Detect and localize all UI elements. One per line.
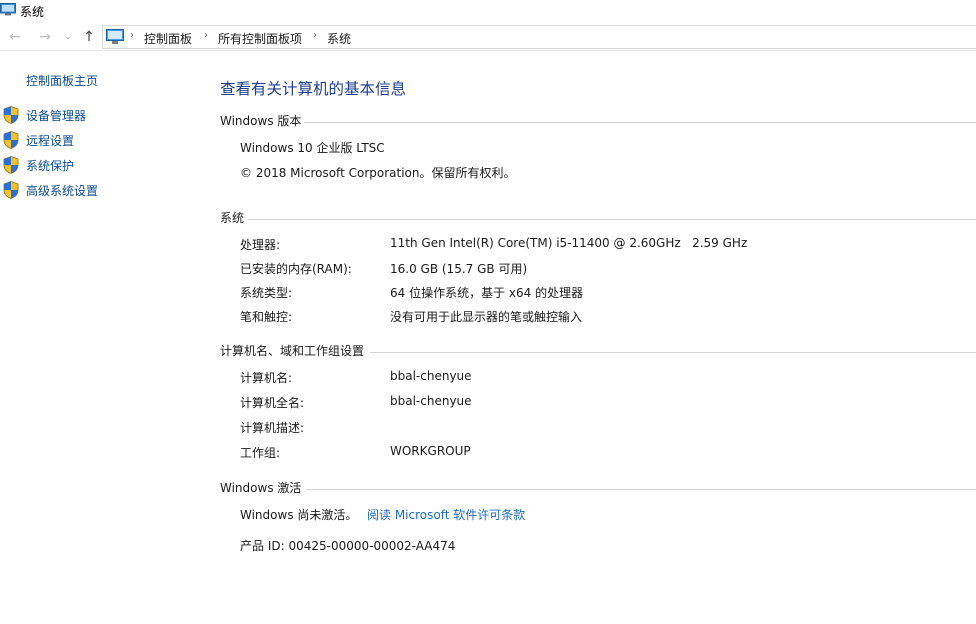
uac-shield-icon [3,131,19,149]
computer-description-label: 计算机描述: [240,421,305,435]
sidebar-item-label: 设备管理器 [26,109,87,123]
breadcrumb-all-items[interactable]: 所有控制面板项 [218,30,302,47]
edition-name: Windows 10 企业版 LTSC [240,141,385,155]
section-heading-computer-name: 计算机名、域和工作组设置 [220,344,365,358]
up-arrow-icon[interactable]: ↑ [80,28,98,46]
sidebar-item-label: 高级系统设置 [26,184,99,198]
breadcrumb-separator-icon[interactable]: › [130,30,134,41]
copyright-text: © 2018 Microsoft Corporation。保留所有权利。 [240,166,516,180]
section-heading-system: 系统 [220,211,245,225]
sidebar-item-label: 远程设置 [26,134,75,148]
full-computer-name-value: bbal-chenyue [390,394,472,408]
computer-name-value: bbal-chenyue [390,369,472,383]
system-type-value: 64 位操作系统，基于 x64 的处理器 [390,286,584,300]
computer-icon [0,3,16,16]
ram-value: 16.0 GB (15.7 GB 可用) [390,262,528,276]
sidebar-home-link[interactable]: 控制面板主页 [26,72,98,89]
pen-touch-label: 笔和触控: [240,310,293,324]
control-panel-icon [106,29,124,44]
section-divider [304,122,976,123]
section-divider [370,352,976,353]
page-title: 查看有关计算机的基本信息 [220,80,407,98]
address-bar[interactable]: › 控制面板 › 所有控制面板项 › 系统 [102,25,976,49]
uac-shield-icon [3,181,19,199]
ram-label: 已安装的内存(RAM): [240,262,352,276]
sidebar-item-label: 系统保护 [26,159,75,173]
full-computer-name-label: 计算机全名: [240,396,305,410]
title-bar: 系统 [0,0,976,22]
breadcrumb-control-panel[interactable]: 控制面板 [144,30,192,47]
uac-shield-icon [3,106,19,124]
activation-status: Windows 尚未激活。 [240,508,358,522]
processor-label: 处理器: [240,238,281,252]
license-terms-link[interactable]: 阅读 Microsoft 软件许可条款 [367,506,525,523]
uac-shield-icon [3,156,19,174]
section-divider [248,219,976,220]
section-divider [306,489,976,490]
forward-arrow-icon[interactable]: → [36,28,54,46]
section-heading-activation: Windows 激活 [220,481,302,495]
recent-locations-chevron-icon[interactable]: ⌄ [62,28,74,46]
processor-value: 11th Gen Intel(R) Core(TM) i5-11400 @ 2.… [390,236,748,250]
breadcrumb-system[interactable]: 系统 [327,30,351,47]
section-heading-edition: Windows 版本 [220,114,302,128]
window-title: 系统 [20,5,45,19]
navigation-bar: ← → ⌄ ↑ › 控制面板 › 所有控制面板项 › 系统 [0,24,976,51]
pen-touch-value: 没有可用于此显示器的笔或触控输入 [390,310,583,324]
back-arrow-icon[interactable]: ← [6,28,24,46]
system-type-label: 系统类型: [240,286,293,300]
breadcrumb-separator-icon[interactable]: › [313,30,317,41]
computer-name-label: 计算机名: [240,371,293,385]
breadcrumb-separator-icon[interactable]: › [204,30,208,41]
product-id: 产品 ID: 00425-00000-00002-AA474 [240,539,456,553]
workgroup-value: WORKGROUP [390,444,471,458]
workgroup-label: 工作组: [240,446,281,460]
